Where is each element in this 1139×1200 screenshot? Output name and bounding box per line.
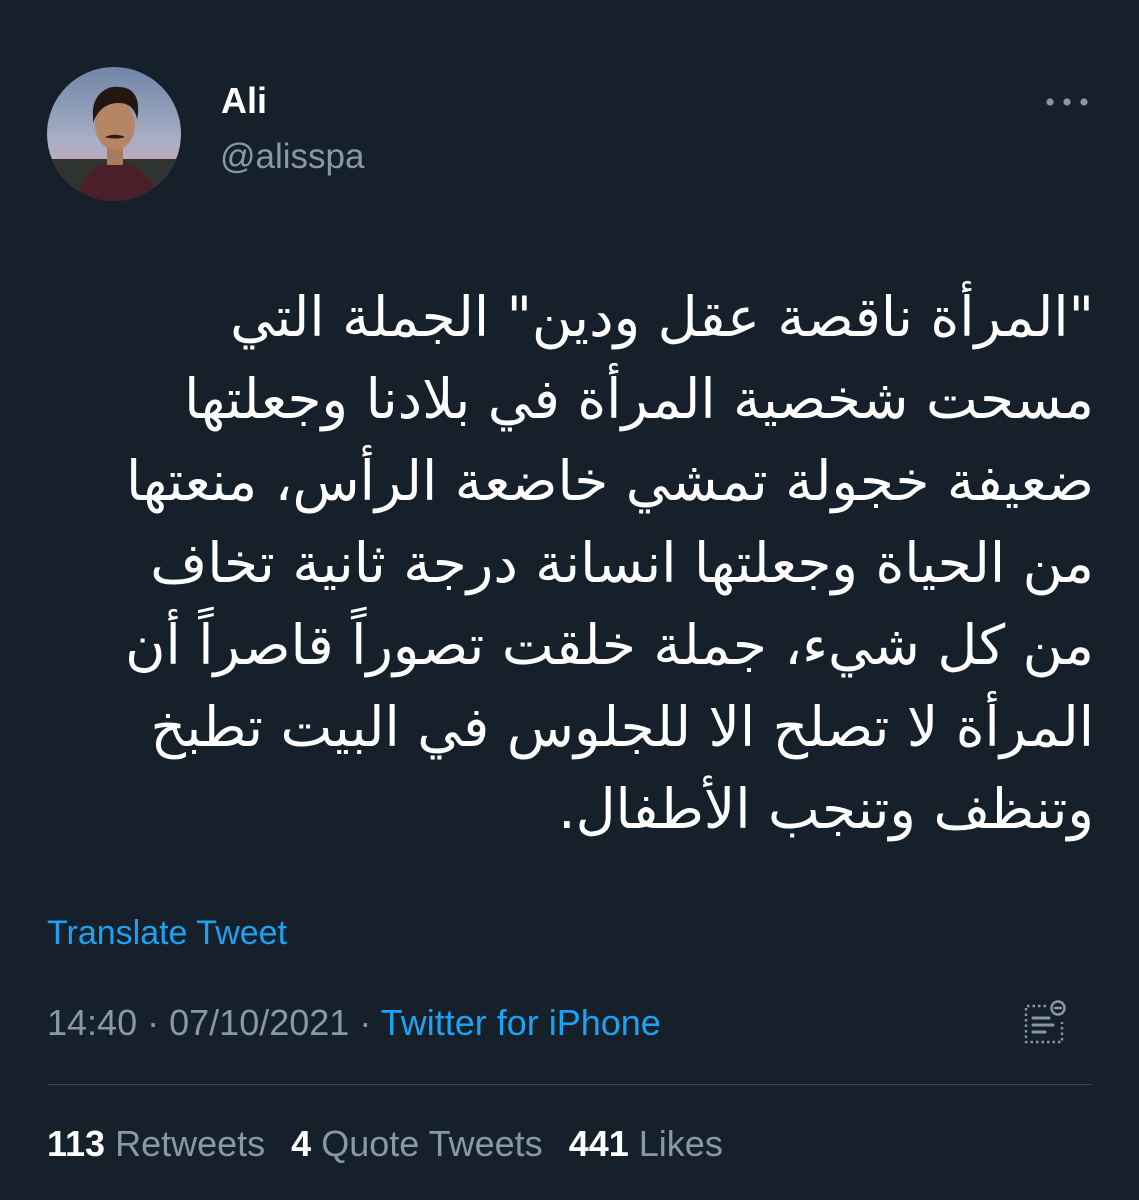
avatar[interactable] [47,67,181,201]
tweet-time[interactable]: 14:40 [47,1002,137,1043]
tweet-detail: Ali @alisspa "المرأة ناقصة عقل ودين" الج… [0,0,1139,1200]
tweet-text-line: مسحت شخصية المرأة في بلادنا وجعلتها [184,367,1094,431]
tweet-stats: 113 Retweets 4 Quote Tweets 441 Likes [47,1121,723,1167]
quote-tweets-count: 4 [291,1123,312,1164]
view-analytics-icon [1024,1000,1066,1044]
tweet-text: "المرأة ناقصة عقل ودين" الجملة التي مسحت… [70,276,1094,850]
tweet-date[interactable]: 07/10/2021 [169,1002,349,1043]
tweet-text-line: ضعيفة خجولة تمشي خاضعة الرأس، منعتها [125,449,1094,513]
tweet-text-line: وتنظف وتنجب الأطفال. [558,777,1094,841]
tweet-text-line: المرأة لا تصلح الا للجلوس في البيت تطبخ [150,695,1094,759]
user-display-name[interactable]: Ali [221,79,267,123]
quote-tweets-stat[interactable]: 4 Quote Tweets [291,1123,543,1164]
translate-tweet-link[interactable]: Translate Tweet [47,912,287,954]
likes-count: 441 [568,1123,629,1164]
user-handle[interactable]: @alisspa [220,135,364,179]
tweet-text-line: "المرأة ناقصة عقل ودين" الجملة التي [230,285,1094,349]
meta-separator: · [359,1002,372,1043]
retweets-stat[interactable]: 113 Retweets [47,1123,265,1164]
likes-label: Likes [638,1123,723,1164]
tweet-meta: 14:40 · 07/10/2021 · Twitter for iPhone [47,1000,661,1046]
tweet-source-link[interactable]: Twitter for iPhone [381,1002,661,1043]
view-analytics-button[interactable] [1016,996,1072,1052]
retweets-count: 113 [47,1123,106,1164]
likes-stat[interactable]: 441 Likes [569,1123,723,1164]
tweet-text-line: من كل شيء، جملة خلقت تصوراً قاصراً أن [125,613,1094,677]
divider [47,1084,1092,1085]
retweets-label: Retweets [115,1123,266,1164]
tweet-text-line: من الحياة وجعلتها انسانة درجة ثانية تخاف [150,531,1094,595]
avatar-image [47,67,181,201]
quote-tweets-label: Quote Tweets [321,1123,543,1164]
more-options-button[interactable] [1038,82,1098,122]
meta-separator: · [147,1002,160,1043]
more-dots-icon [1046,98,1088,106]
